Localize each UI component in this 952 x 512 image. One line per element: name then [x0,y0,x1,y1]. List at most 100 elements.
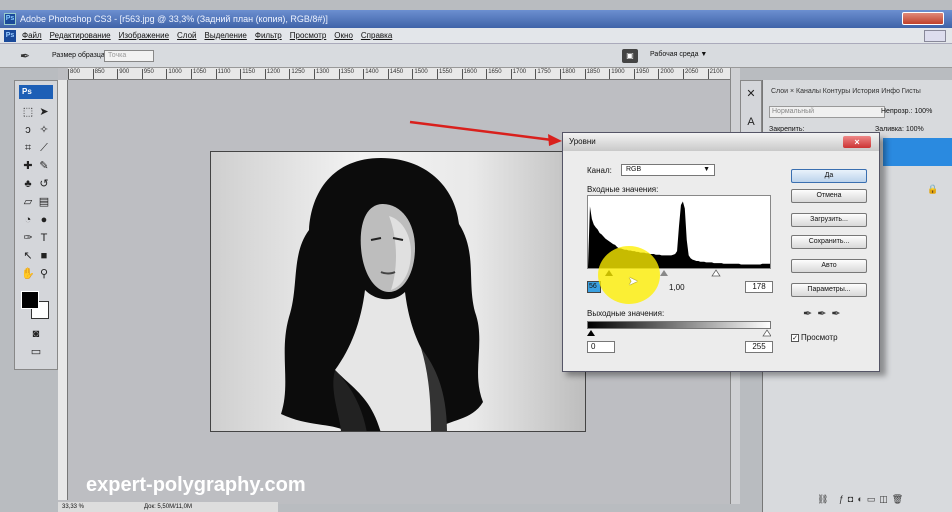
menu-view[interactable]: Просмотр [290,31,327,40]
checkbox-checked-icon[interactable]: ✓ [791,333,799,342]
workspace-icon[interactable]: ▣ [622,49,638,63]
preview-checkbox[interactable]: ✓ Просмотр [791,333,838,342]
ruler-tick: 2100 [707,69,723,79]
workspace-menu[interactable]: Рабочая среда ▼ [650,51,707,58]
crop-tool-icon[interactable]: ⌗ [21,141,35,155]
screen-mode-icon[interactable]: ▭ [29,345,43,359]
ruler-tick: 1200 [264,69,280,79]
move-tool-icon[interactable]: ➤ [37,105,51,119]
history-brush-tool-icon[interactable]: ↺ [37,177,51,191]
menu-layer[interactable]: Слой [177,31,196,40]
blend-mode-select[interactable]: Нормальный [769,106,885,118]
document-window-controls[interactable] [924,30,946,42]
opacity-field[interactable]: Непрозр.: 100% [881,108,932,115]
ruler-tick: 1150 [240,69,255,79]
output-white-slider[interactable] [762,329,771,337]
options-button[interactable]: Параметры... [791,283,867,297]
close-icon[interactable]: × [843,136,871,148]
ruler-tick: 950 [141,69,154,79]
menu-edit[interactable]: Редактирование [50,31,111,40]
type-tool-icon[interactable]: T [37,231,51,245]
window-title: Adobe Photoshop CS3 - [r563.jpg @ 33,3% … [20,14,328,24]
path-selection-tool-icon[interactable]: ↖ [21,249,35,263]
tools-panel-icon[interactable]: ✕ [744,87,758,101]
magic-wand-tool-icon[interactable]: ✧ [37,123,51,137]
output-white-field[interactable]: 255 [745,341,773,353]
panel-tabs[interactable]: Слои × Каналы Контуры История Инфо Гисты [771,88,921,95]
output-black-field[interactable]: 0 [587,341,615,353]
load-button[interactable]: Загрузить... [791,213,867,227]
menu-items: Файл Редактирование Изображение Слой Выд… [22,31,392,40]
ruler-tick: 1550 [437,69,452,79]
blur-tool-icon[interactable]: ◔ [21,213,35,227]
save-button[interactable]: Сохранить... [791,235,867,249]
output-black-slider[interactable] [587,330,595,336]
marquee-tool-icon[interactable]: ⬚ [21,105,35,119]
quick-mask-icon[interactable]: ◙ [29,327,43,341]
photoshop-app-icon: Ps [4,13,16,25]
ruler-tick: 1300 [314,69,329,79]
zoom-level[interactable]: 33,33 % [62,504,84,510]
shape-tool-icon[interactable]: ■ [37,249,51,263]
document-size: Док: 5,50M/11,0M [144,504,192,510]
gamma-slider[interactable] [660,270,668,276]
ruler-tick: 1700 [510,69,526,79]
input-gamma-field[interactable]: 1,00 [669,283,685,292]
foreground-color-swatch[interactable] [21,291,39,309]
menu-select[interactable]: Выделение [204,31,246,40]
menu-bar: Ps Файл Редактирование Изображение Слой … [0,28,952,44]
menu-file[interactable]: Файл [22,31,42,40]
chevron-down-icon: ▼ [703,166,710,173]
document-image[interactable] [210,151,586,432]
eraser-tool-icon[interactable]: ▱ [21,195,35,209]
menu-window[interactable]: Окно [334,31,353,40]
gradient-tool-icon[interactable]: ▤ [37,195,51,209]
auto-button[interactable]: Авто [791,259,867,273]
white-point-slider[interactable] [711,269,721,277]
ruler-tick: 1500 [412,69,428,79]
lasso-tool-icon[interactable]: ↄ [21,123,35,137]
left-ruler [58,80,68,500]
panel-bottom-icons[interactable]: ⛓ ƒ◘◐▭◫🗑 [817,494,907,505]
channel-label: Канал: [587,166,612,175]
window-controls[interactable] [902,12,944,25]
output-levels-label: Выходные значения: [587,309,665,318]
ruler-tick: 800 [68,69,80,79]
top-ruler: 800 850 900 950 1000 1050 1100 1150 1200 1250 1300… [68,68,736,80]
menu-help[interactable]: Справка [361,31,392,40]
ok-button[interactable]: Да [791,169,867,183]
menu-image[interactable]: Изображение [119,31,169,40]
preview-label: Просмотр [801,333,838,342]
healing-brush-tool-icon[interactable]: ✚ [21,159,35,173]
type-panel-icon[interactable]: A [744,115,758,129]
slice-tool-icon[interactable]: ⟋ [37,141,51,155]
title-bar: Ps Adobe Photoshop CS3 - [r563.jpg @ 33,… [0,10,952,28]
input-white-field[interactable]: 178 [745,281,773,293]
cancel-button[interactable]: Отмена [791,189,867,203]
brush-tool-icon[interactable]: ✎ [37,159,51,173]
output-sliders[interactable] [587,329,771,337]
clone-stamp-tool-icon[interactable]: ♣ [21,177,35,191]
ruler-tick: 1400 [363,69,379,79]
selected-layer-row[interactable] [883,138,952,166]
mouse-cursor-icon: ➤ [628,274,639,288]
menu-filter[interactable]: Фильтр [255,31,282,40]
channel-select[interactable]: RGB ▼ [621,164,715,176]
ruler-tick: 1650 [486,69,502,79]
eyedropper-tool-icon[interactable]: ✒ [20,49,30,63]
watermark: expert-polygraphy.com [86,474,306,496]
dodge-tool-icon[interactable]: ● [37,213,51,227]
toolbox: Ps ⬚ ➤ ↄ ✧ ⌗ ⟋ ✚ ✎ ♣ ↺ ▱ ▤ ◔ ● ✑ T ↖ ■ ✋… [14,80,58,370]
ruler-tick: 1750 [535,69,551,79]
eyedropper-icons[interactable]: ✒✒✒ [803,307,846,320]
ruler-tick: 1350 [338,69,354,79]
pen-tool-icon[interactable]: ✑ [21,231,35,245]
ruler-tick: 1050 [191,69,206,79]
ps-badge: Ps [19,85,53,99]
fill-field[interactable]: Заливка: 100% [875,126,924,133]
hand-tool-icon[interactable]: ✋ [21,267,35,281]
sample-size-select[interactable]: Точка [104,50,154,62]
ruler-tick: 1250 [289,69,305,79]
ruler-tick: 1600 [461,69,477,79]
zoom-tool-icon[interactable]: ⚲ [37,267,51,281]
